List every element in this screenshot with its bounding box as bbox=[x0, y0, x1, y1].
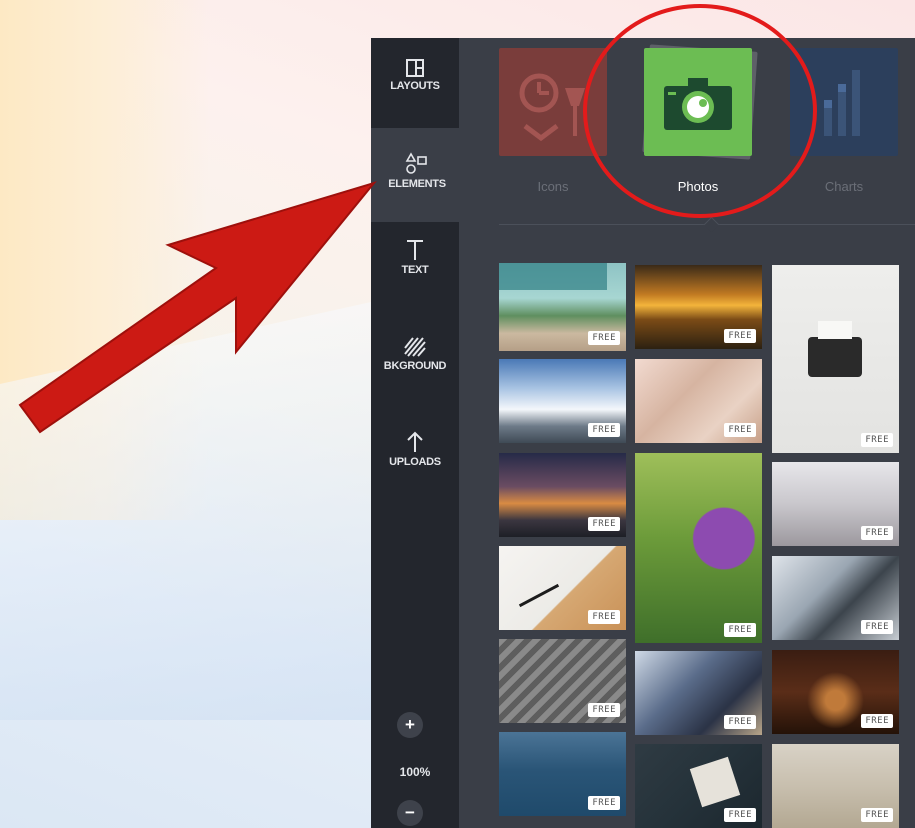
free-badge: FREE bbox=[588, 423, 620, 437]
free-badge: FREE bbox=[861, 714, 893, 728]
sidebar-item-label: UPLOADS bbox=[389, 456, 441, 468]
paper-shape bbox=[818, 321, 852, 339]
photo-runner-road[interactable]: FREE bbox=[772, 744, 899, 828]
photo-laptop-desk[interactable]: FREE bbox=[635, 744, 762, 828]
free-badge: FREE bbox=[861, 433, 893, 447]
photo-tropical-beach[interactable]: FREE bbox=[499, 263, 626, 351]
photo-dry-grass[interactable]: FREE bbox=[635, 359, 762, 443]
charts-category-icon bbox=[824, 70, 860, 136]
category-icons[interactable] bbox=[499, 48, 607, 156]
notepad-shape bbox=[689, 756, 741, 808]
free-badge: FREE bbox=[861, 620, 893, 634]
photo-city-clouds[interactable]: FREE bbox=[499, 359, 626, 443]
photo-rail-tracks[interactable]: FREE bbox=[499, 639, 626, 723]
free-badge: FREE bbox=[861, 526, 893, 540]
photo-people-laptops[interactable]: FREE bbox=[635, 651, 762, 735]
free-badge: FREE bbox=[861, 808, 893, 822]
free-badge: FREE bbox=[588, 610, 620, 624]
photo-office-desk[interactable]: FREE bbox=[772, 556, 899, 640]
sidebar-item-elements[interactable]: ELEMENTS bbox=[371, 128, 463, 222]
category-charts[interactable] bbox=[790, 48, 898, 156]
free-badge: FREE bbox=[588, 517, 620, 531]
camera-icon bbox=[664, 78, 732, 130]
icons-category-icon bbox=[519, 73, 585, 142]
photo-lupine-bee[interactable]: FREE bbox=[635, 453, 762, 643]
selected-category-pointer bbox=[703, 216, 720, 233]
text-icon bbox=[407, 240, 423, 260]
photo-brick-arches[interactable]: FREE bbox=[772, 650, 899, 734]
layouts-icon bbox=[406, 59, 424, 77]
sidebar-item-text[interactable]: TEXT bbox=[371, 238, 459, 308]
zoom-out-button[interactable]: − bbox=[397, 800, 423, 826]
zoom-in-button[interactable]: + bbox=[397, 712, 423, 738]
photo-typewriter[interactable]: FREE bbox=[772, 265, 899, 453]
photo-dusk-skyline[interactable]: FREE bbox=[499, 453, 626, 537]
free-badge: FREE bbox=[724, 808, 756, 822]
dragged-preview bbox=[499, 263, 607, 290]
free-badge: FREE bbox=[588, 796, 620, 810]
uploads-icon bbox=[407, 431, 423, 452]
free-badge: FREE bbox=[724, 715, 756, 729]
free-badge: FREE bbox=[588, 331, 620, 345]
sidebar-item-label: BKGROUND bbox=[383, 360, 447, 372]
free-badge: FREE bbox=[588, 703, 620, 717]
category-icons-label: Icons bbox=[537, 179, 569, 194]
background-icon bbox=[404, 337, 426, 357]
elements-icon bbox=[405, 152, 427, 174]
elements-panel: Icons Photos Charts FREE FREE FREE FREE … bbox=[459, 38, 915, 828]
editor-sidebar: LAYOUTS ELEMENTS TEXT BKGROUND UPLOADS bbox=[371, 38, 463, 828]
typewriter-shape bbox=[808, 337, 862, 377]
category-photos[interactable] bbox=[644, 48, 752, 156]
free-badge: FREE bbox=[724, 623, 756, 637]
photo-notebook-pen[interactable]: FREE bbox=[499, 546, 626, 630]
free-badge: FREE bbox=[724, 423, 756, 437]
zoom-level: 100% bbox=[399, 765, 431, 779]
category-charts-label: Charts bbox=[824, 179, 864, 194]
sidebar-item-label: TEXT bbox=[401, 264, 429, 276]
sidebar-item-label: ELEMENTS bbox=[388, 178, 446, 190]
sidebar-item-uploads[interactable]: UPLOADS bbox=[371, 430, 459, 500]
photo-sunset-lake[interactable]: FREE bbox=[635, 265, 762, 349]
sidebar-item-label: LAYOUTS bbox=[390, 80, 440, 92]
sidebar-item-layouts[interactable]: LAYOUTS bbox=[371, 52, 459, 126]
free-badge: FREE bbox=[724, 329, 756, 343]
photo-ocean-waves[interactable]: FREE bbox=[499, 732, 626, 816]
sidebar-item-background[interactable]: BKGROUND bbox=[371, 336, 459, 406]
pen-shape bbox=[518, 583, 560, 608]
category-photos-label: Photos bbox=[677, 179, 719, 194]
photo-empty-room[interactable]: FREE bbox=[772, 462, 899, 546]
